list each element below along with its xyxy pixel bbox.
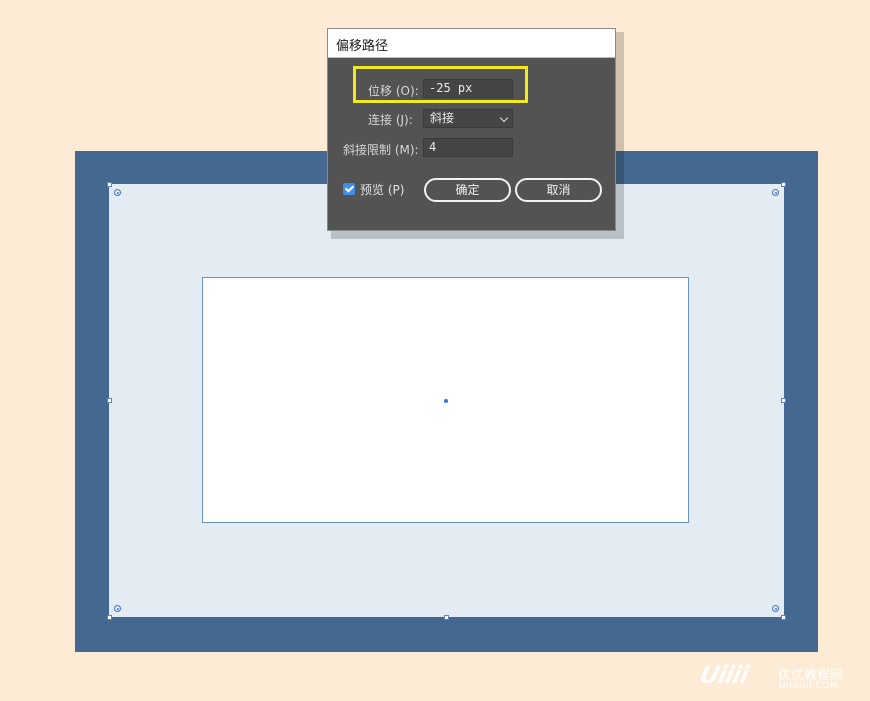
miter-limit-input[interactable]: 4 [423,138,513,157]
selection-handle-bottom-center[interactable] [444,615,449,620]
cancel-button[interactable]: 取消 [515,178,602,202]
ok-button[interactable]: 确定 [424,178,511,202]
corner-radius-widget-bottom-left[interactable] [114,605,121,612]
dialog-title-bar[interactable]: 偏移路径 [328,29,615,58]
watermark-url: UIIIUIII.COM [779,681,839,691]
preview-checkbox[interactable] [343,183,355,195]
preview-label[interactable]: 预览 (P) [360,181,404,198]
join-select[interactable]: 斜接 [423,109,513,128]
selection-handle-middle-right[interactable] [781,398,786,403]
selection-handle-bottom-left[interactable] [107,615,112,620]
join-select-value: 斜接 [430,111,455,125]
miter-limit-label: 斜接限制 (M): [343,143,419,157]
offset-highlight-box [353,66,528,103]
selection-center-point [444,399,448,403]
chevron-down-icon [499,113,509,123]
selection-handle-bottom-right[interactable] [781,615,786,620]
watermark-logo: Uiiii [697,661,751,689]
join-label: 连接 (J): [368,113,413,127]
corner-radius-widget-bottom-right[interactable] [772,605,779,612]
corner-radius-widget-top-left[interactable] [114,189,121,196]
dialog-title: 偏移路径 [336,39,389,54]
corner-radius-widget-top-right[interactable] [772,189,779,196]
selection-handle-middle-left[interactable] [107,398,112,403]
selection-handle-top-left[interactable] [107,182,112,187]
selection-handle-top-right[interactable] [781,182,786,187]
